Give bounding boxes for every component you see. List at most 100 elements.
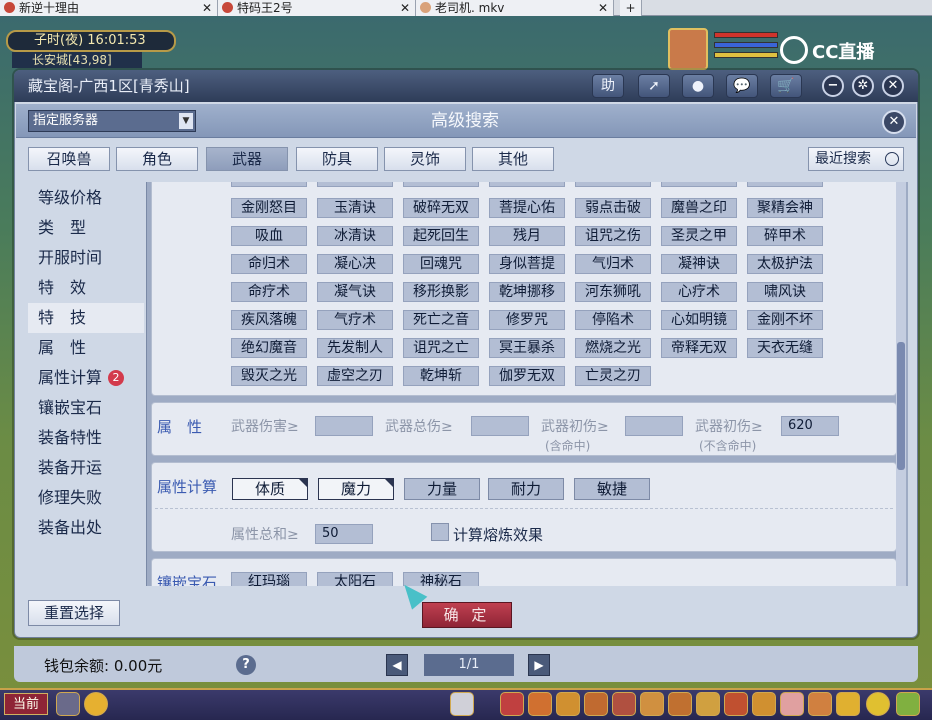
skill-option[interactable]: 诅咒之伤: [575, 226, 651, 246]
skill-option[interactable]: 残月: [489, 226, 565, 246]
skill-option[interactable]: 气疗术: [317, 310, 393, 330]
gem-option[interactable]: 红玛瑙: [231, 572, 307, 586]
attr-sum-field[interactable]: 50: [315, 524, 373, 544]
close-icon[interactable]: ✕: [882, 75, 904, 97]
share-icon[interactable]: ➚: [638, 74, 670, 98]
system-icon[interactable]: [896, 692, 920, 716]
tab-characters[interactable]: 角色: [116, 147, 198, 171]
filter-menu-item[interactable]: 装备出处: [28, 513, 144, 543]
tab-armor[interactable]: 防具: [296, 147, 378, 171]
skill-option[interactable]: 吸血: [231, 226, 307, 246]
tab-accessories[interactable]: 灵饰: [384, 147, 466, 171]
mic-icon[interactable]: [56, 692, 80, 716]
browser-tab-3[interactable]: 老司机. mkv ✕: [416, 0, 614, 16]
player-avatar[interactable]: [668, 28, 708, 70]
filter-menu-item[interactable]: 等级价格: [28, 183, 144, 213]
settings-icon[interactable]: ✲: [852, 75, 874, 97]
help-button[interactable]: 助: [592, 74, 624, 98]
skill-option[interactable]: 冰清诀: [317, 226, 393, 246]
skill-option[interactable]: 破甲术: [661, 182, 737, 187]
filter-menu-item[interactable]: 开服时间: [28, 243, 144, 273]
filter-menu-item[interactable]: 类 型: [28, 213, 144, 243]
skill-option[interactable]: 河东狮吼: [575, 282, 651, 302]
filter-menu-item[interactable]: 特 效: [28, 273, 144, 303]
mail-icon[interactable]: [696, 692, 720, 716]
skill-option[interactable]: 帝释无双: [661, 338, 737, 358]
server-select[interactable]: 指定服务器 ▼: [28, 110, 196, 132]
skill-option[interactable]: 修罗咒: [489, 310, 565, 330]
close-icon[interactable]: ✕: [400, 0, 410, 16]
gem-option[interactable]: 太阳石: [317, 572, 393, 586]
skill-option[interactable]: 金刚怒目: [231, 198, 307, 218]
filter-menu-item[interactable]: 装备开运: [28, 453, 144, 483]
skill-option[interactable]: 命归术: [231, 254, 307, 274]
tab-others[interactable]: 其他: [472, 147, 554, 171]
skill-option[interactable]: 凝心决: [317, 254, 393, 274]
prev-page-button[interactable]: ◀: [386, 654, 408, 676]
skill-option[interactable]: 心疗术: [661, 282, 737, 302]
skill-option[interactable]: 伽罗无双: [489, 366, 565, 386]
close-icon[interactable]: ✕: [598, 0, 608, 16]
record-icon[interactable]: ●: [682, 74, 714, 98]
chat-icon[interactable]: 💬: [726, 74, 758, 98]
tab-weapons[interactable]: 武器: [206, 147, 288, 171]
skill-option[interactable]: 死亡之音: [403, 310, 479, 330]
scrollbar-thumb[interactable]: [897, 342, 905, 470]
skill-option[interactable]: 亡灵之刃: [575, 366, 651, 386]
skill-option[interactable]: 菩提心佑: [489, 198, 565, 218]
skill-option[interactable]: 先发制人: [317, 338, 393, 358]
attr-field-input[interactable]: [471, 416, 529, 436]
filter-menu-item[interactable]: 镶嵌宝石: [28, 393, 144, 423]
attr-calc-option[interactable]: 力量: [404, 478, 480, 500]
gift-icon[interactable]: [780, 692, 804, 716]
guild-icon[interactable]: [640, 692, 664, 716]
event-icon[interactable]: [752, 692, 776, 716]
skill-option[interactable]: 魔兽之印: [661, 198, 737, 218]
skill-option[interactable]: 燃烧之光: [575, 338, 651, 358]
skill-option[interactable]: 毁灭之光: [231, 366, 307, 386]
reset-button[interactable]: 重置选择: [28, 600, 120, 626]
skill-option[interactable]: 劳善之力: [231, 182, 307, 187]
confirm-button[interactable]: 确 定: [422, 602, 512, 628]
recent-search-button[interactable]: 最近搜索: [808, 147, 904, 171]
skill-option[interactable]: 无辟之甲: [575, 182, 651, 187]
attr-calc-option[interactable]: 耐力: [488, 478, 564, 500]
emoji-icon[interactable]: [84, 692, 108, 716]
skill-option[interactable]: 放下屠刀: [747, 182, 823, 187]
minimize-icon[interactable]: −: [822, 75, 844, 97]
skill-option[interactable]: 金刚不坏: [747, 310, 823, 330]
quest-icon[interactable]: [584, 692, 608, 716]
filter-menu-item[interactable]: 特 技: [28, 303, 144, 333]
filter-menu-item[interactable]: 属 性: [28, 333, 144, 363]
skill-option[interactable]: 疾风落魄: [231, 310, 307, 330]
shop-icon[interactable]: [724, 692, 748, 716]
attr-field-input[interactable]: [315, 416, 373, 436]
skill-option[interactable]: 停陷术: [575, 310, 651, 330]
filter-menu-item[interactable]: 修理失败: [28, 483, 144, 513]
pay-icon[interactable]: [808, 692, 832, 716]
skill-option[interactable]: 聚精会神: [747, 198, 823, 218]
channel-current[interactable]: 当前: [4, 693, 48, 715]
skill-option[interactable]: 起死回生: [403, 226, 479, 246]
skill-option[interactable]: 身似菩提: [489, 254, 565, 274]
attr-calc-option[interactable]: 魔力: [318, 478, 394, 500]
filter-menu-item[interactable]: 装备特性: [28, 423, 144, 453]
skill-option[interactable]: 气归术: [575, 254, 651, 274]
browser-tab-1[interactable]: 新逆十理由 ✕: [0, 0, 218, 16]
bag-icon[interactable]: [500, 692, 524, 716]
smile-icon[interactable]: [866, 692, 890, 716]
skill-option[interactable]: 命疗术: [231, 282, 307, 302]
skill-option[interactable]: 圣灵之甲: [661, 226, 737, 246]
skill-option[interactable]: 玉清诀: [317, 198, 393, 218]
skill-icon[interactable]: [556, 692, 580, 716]
close-icon[interactable]: ✕: [202, 0, 212, 16]
skill-option[interactable]: 流云决: [403, 182, 479, 187]
team-icon[interactable]: [528, 692, 552, 716]
skill-option[interactable]: 乾坤斩: [403, 366, 479, 386]
skill-option[interactable]: 冥王暴杀: [489, 338, 565, 358]
skill-option[interactable]: 回魂咒: [403, 254, 479, 274]
skill-option[interactable]: 凌而术: [489, 182, 565, 187]
skill-option[interactable]: 心如明镜: [661, 310, 737, 330]
ranking-icon[interactable]: [668, 692, 692, 716]
skill-option[interactable]: 弱点击破: [575, 198, 651, 218]
